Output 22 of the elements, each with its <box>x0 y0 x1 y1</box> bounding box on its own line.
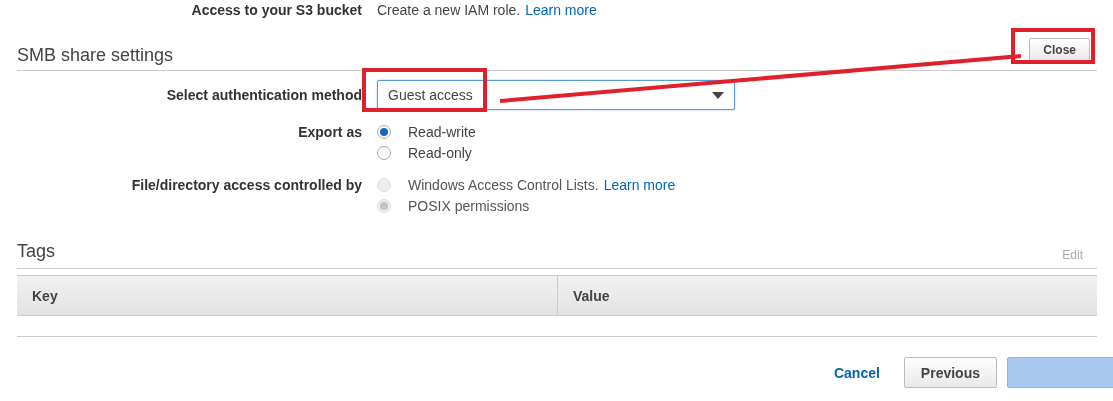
learn-more-link[interactable]: Learn more <box>525 2 597 18</box>
radio-label: Windows Access Control Lists. <box>408 176 599 195</box>
column-header: Value <box>557 276 1097 315</box>
caret-icon <box>712 91 724 99</box>
close-button[interactable]: Close <box>1029 38 1090 62</box>
secondary-button[interactable]: Previous <box>903 357 997 388</box>
auth-method-select[interactable]: Guest access <box>377 80 735 110</box>
field-label: Access to your S3 bucket <box>190 1 362 20</box>
radio-label: POSIX permissions <box>408 197 530 216</box>
column-header: Key <box>31 286 59 306</box>
radio-button[interactable] <box>377 125 391 139</box>
radio-label: Read-write <box>408 123 476 142</box>
field-label: Export as <box>297 123 362 142</box>
field-label: Select authentication method <box>165 86 362 105</box>
section-title: Tags <box>17 240 56 262</box>
radio-label: Read-only <box>408 144 472 163</box>
radio-button[interactable] <box>377 146 391 160</box>
field-value: Create a new IAM role. <box>377 1 521 20</box>
primary-button[interactable] <box>1007 357 1113 388</box>
cancel-link[interactable]: Cancel <box>833 357 894 388</box>
section-title: SMB share settings <box>17 44 174 66</box>
field-label: File/directory access controlled by <box>130 176 362 195</box>
